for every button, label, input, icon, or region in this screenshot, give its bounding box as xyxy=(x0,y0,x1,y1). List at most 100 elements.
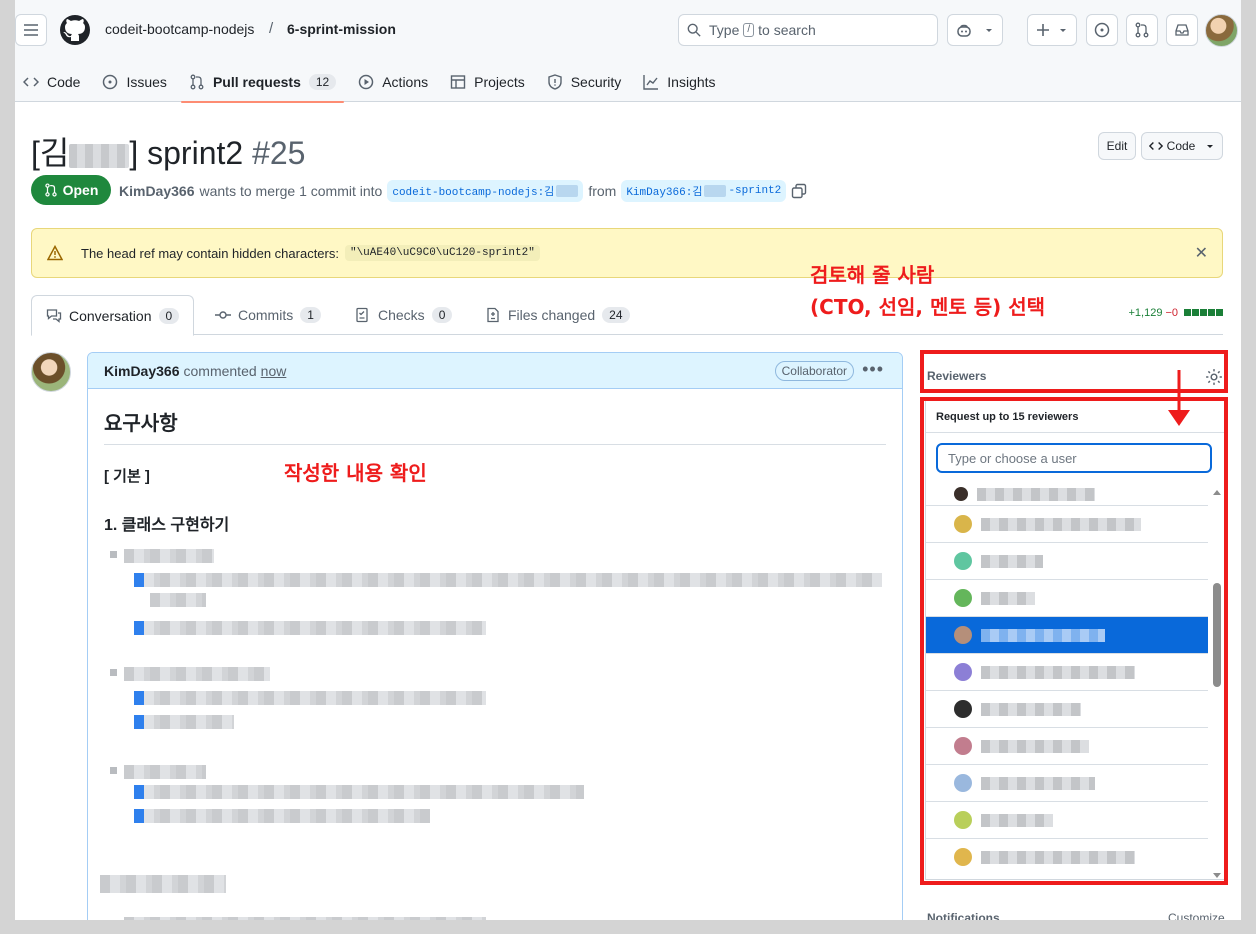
base-branch[interactable]: codeit-bootcamp-nodejs:김 xyxy=(387,180,584,202)
from-text: from xyxy=(588,183,617,199)
pr-description-comment: KimDay366 commented now Collaborator •••… xyxy=(87,352,903,920)
blurred-line xyxy=(124,917,486,920)
comment-author[interactable]: KimDay366 xyxy=(104,363,180,379)
issues-button[interactable] xyxy=(1086,14,1118,46)
tab-actions[interactable]: Actions xyxy=(350,62,436,102)
pr-title-prefix: [김 xyxy=(31,135,70,171)
code-icon xyxy=(23,74,39,90)
breadcrumb-owner[interactable]: codeit-bootcamp-nodejs xyxy=(105,21,254,37)
blurred-line xyxy=(134,785,584,799)
blurred-line xyxy=(134,691,486,705)
inbox-button[interactable] xyxy=(1166,14,1198,46)
shield-icon xyxy=(547,74,563,90)
hidden-characters-warning: The head ref may contain hidden characte… xyxy=(31,228,1223,278)
notifications-heading: Notifications xyxy=(927,911,1000,920)
plus-icon xyxy=(1037,24,1049,36)
graph-icon xyxy=(643,74,659,90)
tab-pull-requests-label: Pull requests xyxy=(212,74,301,90)
customize-link[interactable]: Customize xyxy=(1168,911,1225,920)
annotation-arrow-icon xyxy=(1168,370,1190,426)
commits-count: 1 xyxy=(300,307,321,323)
additions-count: +1,129 xyxy=(1128,307,1163,319)
tab-checks[interactable]: Checks 0 xyxy=(341,295,466,335)
pr-status-badge: Open xyxy=(31,175,111,205)
code-button-label: Code xyxy=(1166,139,1196,153)
breadcrumb-separator: / xyxy=(269,20,274,37)
tab-code-label: Code xyxy=(47,74,81,90)
tab-insights-label: Insights xyxy=(667,74,716,90)
blurred-line xyxy=(134,809,430,823)
pr-author-link[interactable]: KimDay366 xyxy=(119,183,195,199)
browser-page: codeit-bootcamp-nodejs / 6-sprint-missio… xyxy=(15,0,1241,920)
tab-files-changed-label: Files changed xyxy=(508,307,596,323)
repo-navigation: Code Issues Pull requests 12 Actions Pro… xyxy=(15,62,730,103)
annotation-picker-box xyxy=(920,397,1228,885)
copilot-button[interactable] xyxy=(947,14,1003,46)
merge-summary: KimDay366 wants to merge 1 commit into c… xyxy=(119,180,807,202)
tab-commits[interactable]: Commits 1 xyxy=(201,295,335,335)
tab-issues-label: Issues xyxy=(126,74,167,90)
tab-projects[interactable]: Projects xyxy=(442,62,533,102)
warning-text: The head ref may contain hidden characte… xyxy=(81,245,339,261)
inbox-icon xyxy=(1175,24,1189,36)
pull-request-icon xyxy=(44,183,57,197)
tab-security[interactable]: Security xyxy=(539,62,630,102)
tab-issues[interactable]: Issues xyxy=(94,62,174,102)
edit-button[interactable]: Edit xyxy=(1098,132,1136,160)
tab-conversation[interactable]: Conversation 0 xyxy=(31,295,195,336)
code-button[interactable]: Code xyxy=(1141,132,1223,160)
diff-bar xyxy=(1183,307,1223,319)
breadcrumb-repo[interactable]: 6-sprint-mission xyxy=(287,21,396,37)
redacted-name xyxy=(69,143,130,168)
head-branch-prefix: KimDay366:김 xyxy=(626,187,703,199)
blurred-line xyxy=(124,667,270,681)
redacted-name xyxy=(556,185,579,197)
play-icon xyxy=(358,74,374,90)
blurred-line xyxy=(150,593,206,607)
blurred-line xyxy=(124,765,206,779)
diff-stat: +1,129 −0 xyxy=(1128,307,1223,319)
issue-icon xyxy=(1094,22,1110,38)
tab-files-changed[interactable]: Files changed 24 xyxy=(471,295,644,335)
blurred-line xyxy=(134,715,234,729)
user-avatar[interactable] xyxy=(1205,14,1238,47)
global-header: codeit-bootcamp-nodejs / 6-sprint-missio… xyxy=(15,0,1241,103)
conversation-count: 0 xyxy=(158,307,180,324)
pr-status-label: Open xyxy=(62,182,99,198)
chevron-down-icon xyxy=(986,29,992,32)
alert-icon xyxy=(47,245,63,261)
tab-security-label: Security xyxy=(570,74,622,90)
list-bullet xyxy=(110,767,117,774)
comment-author-avatar[interactable] xyxy=(31,352,71,392)
chevron-down-icon xyxy=(1060,29,1066,32)
tab-pull-requests[interactable]: Pull requests 12 xyxy=(180,62,345,103)
head-branch[interactable]: KimDay366:김 -sprint2 xyxy=(621,180,787,202)
deletions-count: −0 xyxy=(1165,307,1178,319)
annotation-reviewer-line2: (CTO, 선임, 멘토 등) 선택 xyxy=(810,295,1046,319)
commit-icon xyxy=(215,311,231,319)
hamburger-icon xyxy=(24,24,38,36)
pull-requests-button[interactable] xyxy=(1126,14,1158,46)
warning-code: "\uAE40\uC9C0\uC120-sprint2" xyxy=(344,245,540,261)
search-shortcut-key: / xyxy=(743,23,755,37)
tab-checks-label: Checks xyxy=(378,307,425,323)
head-branch-suffix: -sprint2 xyxy=(728,185,782,197)
tab-code[interactable]: Code xyxy=(15,62,88,102)
more-options-icon[interactable]: ••• xyxy=(862,359,884,380)
search-input[interactable]: Type / to search xyxy=(678,14,938,46)
search-icon xyxy=(687,23,701,37)
close-icon[interactable]: ✕ xyxy=(1195,243,1208,263)
tab-commits-label: Commits xyxy=(238,307,294,323)
copy-icon[interactable] xyxy=(791,183,807,199)
annotation-reviewer-line1: 검토해 줄 사람 xyxy=(810,263,935,287)
annotation-check-content: 작성한 내용 확인 xyxy=(284,461,427,485)
comment-timestamp[interactable]: now xyxy=(261,363,287,379)
tab-insights[interactable]: Insights xyxy=(635,62,723,102)
pr-title: [김] sprint2 #25 xyxy=(31,128,305,174)
github-logo-icon[interactable] xyxy=(59,14,91,46)
pull-request-icon xyxy=(189,74,205,90)
basic-section-label: [ 기본 ] xyxy=(104,468,150,485)
create-new-button[interactable] xyxy=(1027,14,1077,46)
table-icon xyxy=(450,74,466,90)
menu-button[interactable] xyxy=(15,14,47,46)
